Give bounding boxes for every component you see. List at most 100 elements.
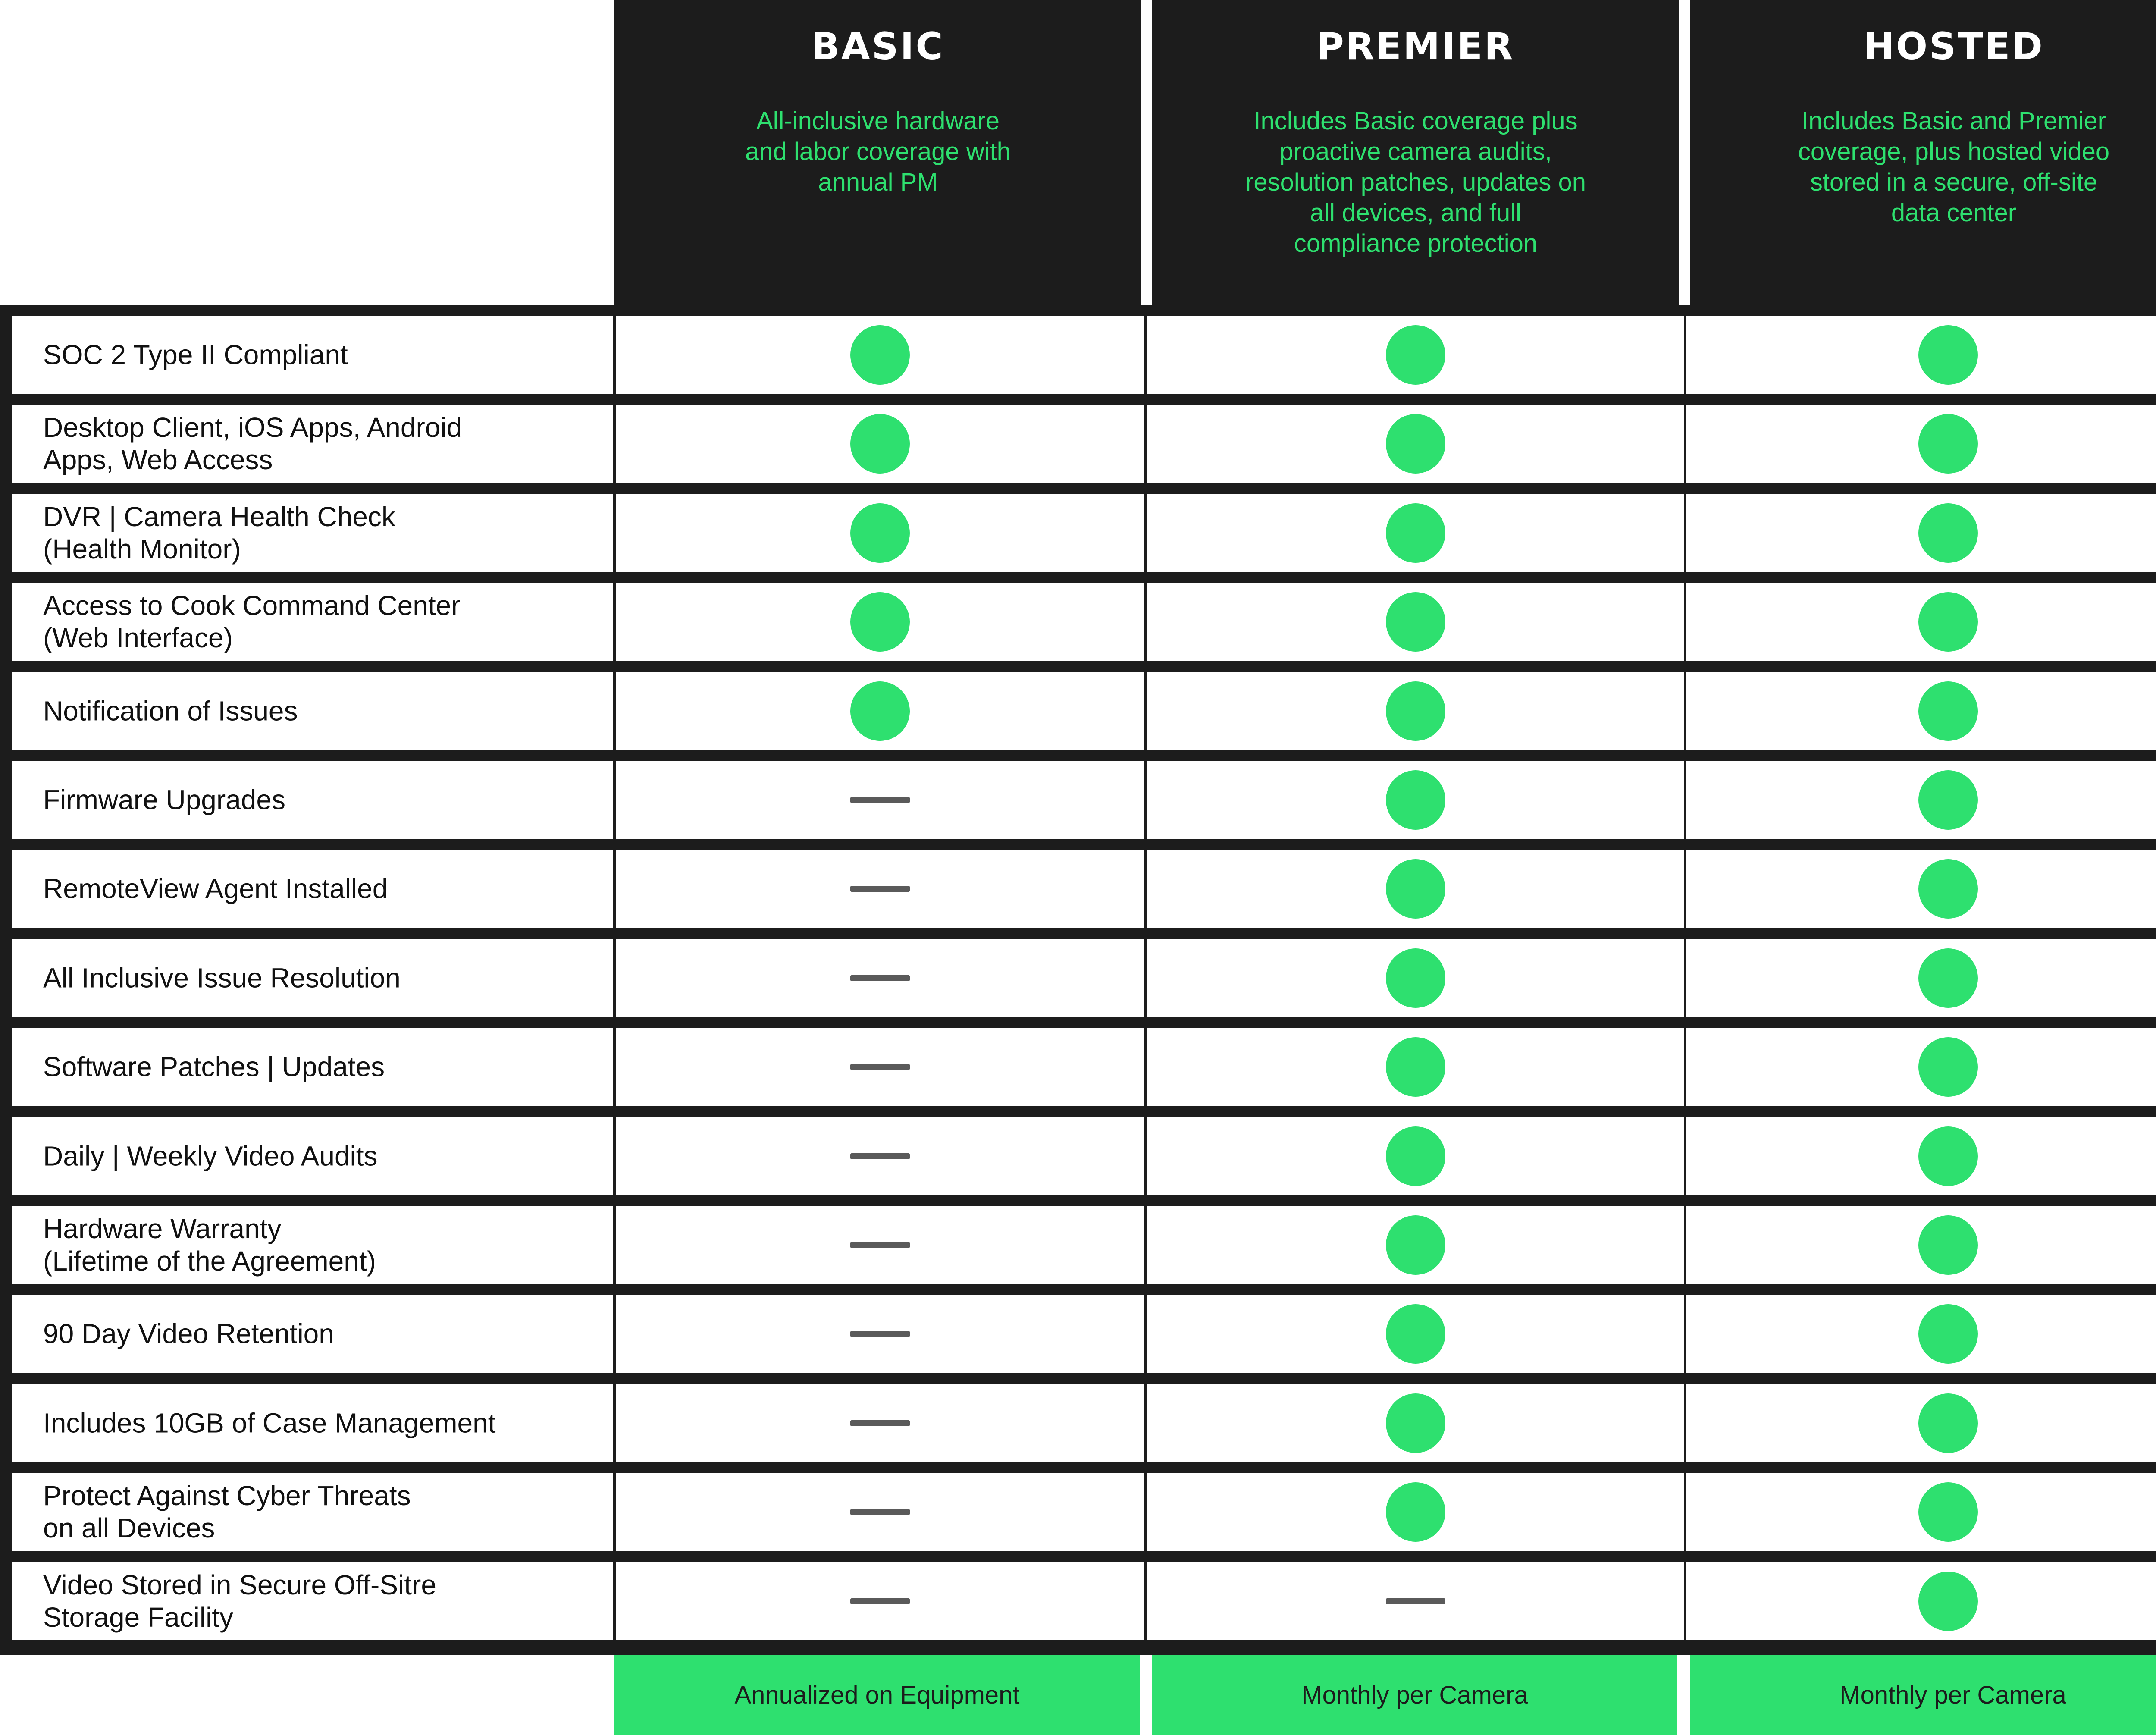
not-included-dash-icon: [850, 1331, 910, 1337]
table-row: Includes 10GB of Case Management: [0, 1384, 2156, 1462]
feature-label-cell: All Inclusive Issue Resolution: [12, 939, 613, 1017]
table-row: 90 Day Video Retention: [0, 1295, 2156, 1373]
plan-cell-basic: [616, 939, 1144, 1017]
feature-label-cell: Access to Cook Command Center (Web Inter…: [12, 583, 613, 661]
plan-cell-hosted: [1686, 1384, 2156, 1462]
not-included-dash-icon: [850, 797, 910, 803]
plan-cell-basic: [616, 1117, 1144, 1195]
feature-label: RemoteView Agent Installed: [43, 873, 388, 904]
feature-label-cell: Desktop Client, iOS Apps, Android Apps, …: [12, 405, 613, 483]
included-check-icon: [1918, 948, 1978, 1008]
plan-description: Includes Basic coverage plus proactive c…: [1245, 107, 1586, 257]
plan-cell-basic: [616, 583, 1144, 661]
not-included-dash-icon: [850, 1153, 910, 1159]
plan-cell-premier: [1147, 583, 1684, 661]
table-row: All Inclusive Issue Resolution: [0, 939, 2156, 1017]
feature-label-cell: Hardware Warranty (Lifetime of the Agree…: [12, 1206, 613, 1284]
feature-label-cell: Video Stored in Secure Off-Sitre Storage…: [12, 1562, 613, 1640]
plan-cell-hosted: [1686, 761, 2156, 839]
included-check-icon: [1385, 1304, 1445, 1364]
plan-description: All-inclusive hardware and labor coverag…: [745, 107, 1011, 196]
plan-cell-basic: [616, 672, 1144, 750]
feature-label-cell: 90 Day Video Retention: [12, 1295, 613, 1373]
feature-comparison-table: SOC 2 Type II Compliant Desktop Client, i…: [0, 305, 2156, 1655]
feature-label: Notification of Issues: [43, 695, 298, 727]
billing-box-basic: Annualized on Equipment: [614, 1655, 1140, 1735]
plan-cell-basic: [616, 494, 1144, 572]
included-check-icon: [850, 681, 910, 741]
plan-cell-basic: [616, 1473, 1144, 1551]
plan-cell-premier: [1147, 850, 1684, 928]
plan-cell-basic: [616, 1206, 1144, 1284]
feature-label: Protect Against Cyber Threats on all Dev…: [43, 1480, 411, 1544]
included-check-icon: [1918, 770, 1978, 830]
plan-name: PREMIER: [1316, 25, 1515, 68]
table-row: Access to Cook Command Center (Web Inter…: [0, 583, 2156, 661]
plan-cell-basic: [616, 850, 1144, 928]
included-check-icon: [1385, 414, 1445, 474]
feature-label: Software Patches | Updates: [43, 1051, 385, 1082]
plan-cell-premier: [1147, 405, 1684, 483]
not-included-dash-icon: [1385, 1598, 1445, 1604]
feature-label: Hardware Warranty (Lifetime of the Agree…: [43, 1213, 376, 1277]
included-check-icon: [1918, 503, 1978, 563]
included-check-icon: [850, 325, 910, 385]
included-check-icon: [1918, 1482, 1978, 1542]
feature-label-cell: Daily | Weekly Video Audits: [12, 1117, 613, 1195]
included-check-icon: [1385, 503, 1445, 563]
table-row: DVR | Camera Health Check (Health Monito…: [0, 494, 2156, 572]
included-check-icon: [1918, 859, 1978, 919]
plan-header-premier: PREMIER Includes Basic coverage plus pro…: [1152, 0, 1679, 305]
feature-label: Desktop Client, iOS Apps, Android Apps, …: [43, 412, 462, 476]
table-row: Firmware Upgrades: [0, 761, 2156, 839]
included-check-icon: [1918, 1215, 1978, 1275]
plan-cell-hosted: [1686, 1206, 2156, 1284]
included-check-icon: [1918, 1393, 1978, 1453]
feature-label: 90 Day Video Retention: [43, 1318, 334, 1349]
plan-cell-basic: [616, 1028, 1144, 1106]
feature-label: Includes 10GB of Case Management: [43, 1407, 496, 1439]
plan-header-hosted: HOSTED Includes Basic and Premier covera…: [1690, 0, 2156, 305]
plan-cell-hosted: [1686, 316, 2156, 394]
not-included-dash-icon: [850, 1242, 910, 1248]
included-check-icon: [1385, 325, 1445, 385]
plan-cell-hosted: [1686, 939, 2156, 1017]
billing-box-premier: Monthly per Camera: [1152, 1655, 1677, 1735]
plan-cell-basic: [616, 1295, 1144, 1373]
table-row: Software Patches | Updates: [0, 1028, 2156, 1106]
plan-cell-premier: [1147, 1384, 1684, 1462]
billing-label: Annualized on Equipment: [734, 1681, 1020, 1709]
plan-cell-basic: [616, 1384, 1144, 1462]
plan-cell-premier: [1147, 939, 1684, 1017]
feature-label: Access to Cook Command Center (Web Inter…: [43, 590, 461, 654]
included-check-icon: [850, 592, 910, 652]
plan-cell-basic: [616, 761, 1144, 839]
plan-cell-premier: [1147, 761, 1684, 839]
plan-cell-hosted: [1686, 583, 2156, 661]
feature-label-cell: Protect Against Cyber Threats on all Dev…: [12, 1473, 613, 1551]
plan-cell-premier: [1147, 494, 1684, 572]
included-check-icon: [1385, 1037, 1445, 1097]
plan-cell-hosted: [1686, 1117, 2156, 1195]
feature-label-cell: Firmware Upgrades: [12, 761, 613, 839]
table-row: RemoteView Agent Installed: [0, 850, 2156, 928]
plan-cell-premier: [1147, 672, 1684, 750]
included-check-icon: [1918, 1304, 1978, 1364]
plan-cell-hosted: [1686, 672, 2156, 750]
billing-label: Monthly per Camera: [1301, 1681, 1528, 1709]
included-check-icon: [1385, 859, 1445, 919]
feature-label: Video Stored in Secure Off-Sitre Storage…: [43, 1569, 436, 1633]
feature-label-cell: Includes 10GB of Case Management: [12, 1384, 613, 1462]
plan-cell-hosted: [1686, 1473, 2156, 1551]
feature-label-cell: SOC 2 Type II Compliant: [12, 316, 613, 394]
included-check-icon: [1385, 1215, 1445, 1275]
included-check-icon: [1385, 770, 1445, 830]
included-check-icon: [1918, 1126, 1978, 1186]
plan-header-basic: BASIC All-inclusive hardware and labor c…: [614, 0, 1141, 305]
plan-cell-premier: [1147, 1206, 1684, 1284]
included-check-icon: [1385, 948, 1445, 1008]
plan-cell-basic: [616, 405, 1144, 483]
plan-cell-hosted: [1686, 850, 2156, 928]
plan-cell-premier: [1147, 1117, 1684, 1195]
feature-label: DVR | Camera Health Check (Health Monito…: [43, 501, 395, 565]
